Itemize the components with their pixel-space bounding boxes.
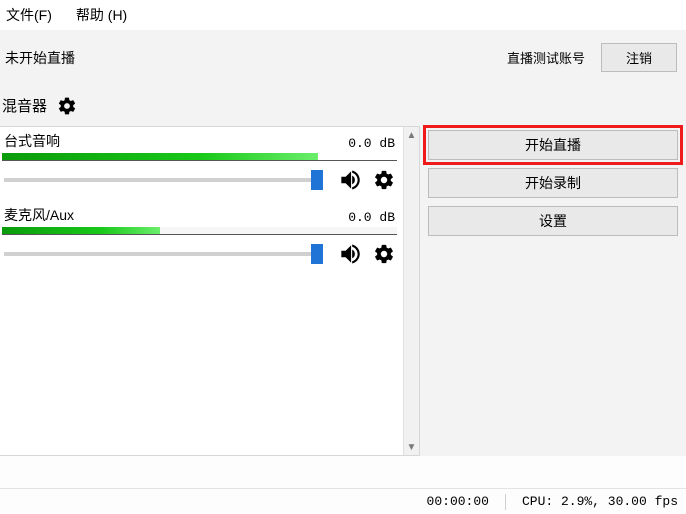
top-toolbar: 未开始直播 直播测试账号 注销 [0, 30, 686, 83]
mixer-header: 混音器 [0, 83, 686, 126]
vu-meter [2, 227, 397, 235]
menu-file[interactable]: 文件(F) [6, 5, 52, 25]
mixer-item-name: 台式音响 [4, 131, 60, 151]
vu-meter [2, 153, 397, 161]
speaker-icon[interactable] [337, 167, 363, 193]
scroll-up-icon[interactable]: ▲ [404, 127, 419, 143]
mixer-item-level: 0.0 dB [348, 136, 395, 151]
elapsed-time: 00:00:00 [427, 494, 489, 509]
gear-icon[interactable] [57, 96, 77, 116]
volume-slider[interactable] [4, 178, 323, 182]
mixer-panel: 台式音响 0.0 dB 麦克风/Aux 0.0 dB [0, 126, 420, 456]
start-record-button[interactable]: 开始录制 [428, 168, 678, 198]
gear-icon[interactable] [373, 169, 395, 191]
slider-thumb[interactable] [311, 244, 323, 264]
stream-status-label: 未开始直播 [5, 48, 75, 68]
top-right: 直播测试账号 注销 [507, 43, 677, 72]
status-bar: 00:00:00 CPU: 2.9%, 30.00 fps [0, 488, 686, 514]
speaker-icon[interactable] [337, 241, 363, 267]
mixer-item: 麦克风/Aux 0.0 dB [2, 205, 397, 273]
separator [505, 494, 506, 510]
scroll-down-icon[interactable]: ▼ [404, 439, 419, 455]
settings-button[interactable]: 设置 [428, 206, 678, 236]
mixer-title: 混音器 [2, 95, 47, 116]
main-area: 台式音响 0.0 dB 麦克风/Aux 0.0 dB [0, 126, 686, 456]
gear-icon[interactable] [373, 243, 395, 265]
cpu-fps: CPU: 2.9%, 30.00 fps [522, 494, 678, 509]
account-label: 直播测试账号 [507, 48, 585, 67]
volume-slider[interactable] [4, 252, 323, 256]
start-stream-button[interactable]: 开始直播 [428, 130, 678, 160]
menubar: 文件(F) 帮助 (H) [0, 0, 686, 30]
menu-help[interactable]: 帮助 (H) [76, 5, 127, 25]
mixer-item: 台式音响 0.0 dB [2, 131, 397, 199]
vertical-scrollbar[interactable]: ▲ ▼ [403, 127, 419, 455]
slider-thumb[interactable] [311, 170, 323, 190]
mixer-item-name: 麦克风/Aux [4, 205, 74, 225]
mixer-item-level: 0.0 dB [348, 210, 395, 225]
controls-panel: 开始直播 开始录制 设置 [420, 126, 686, 456]
logout-button[interactable]: 注销 [601, 43, 677, 72]
